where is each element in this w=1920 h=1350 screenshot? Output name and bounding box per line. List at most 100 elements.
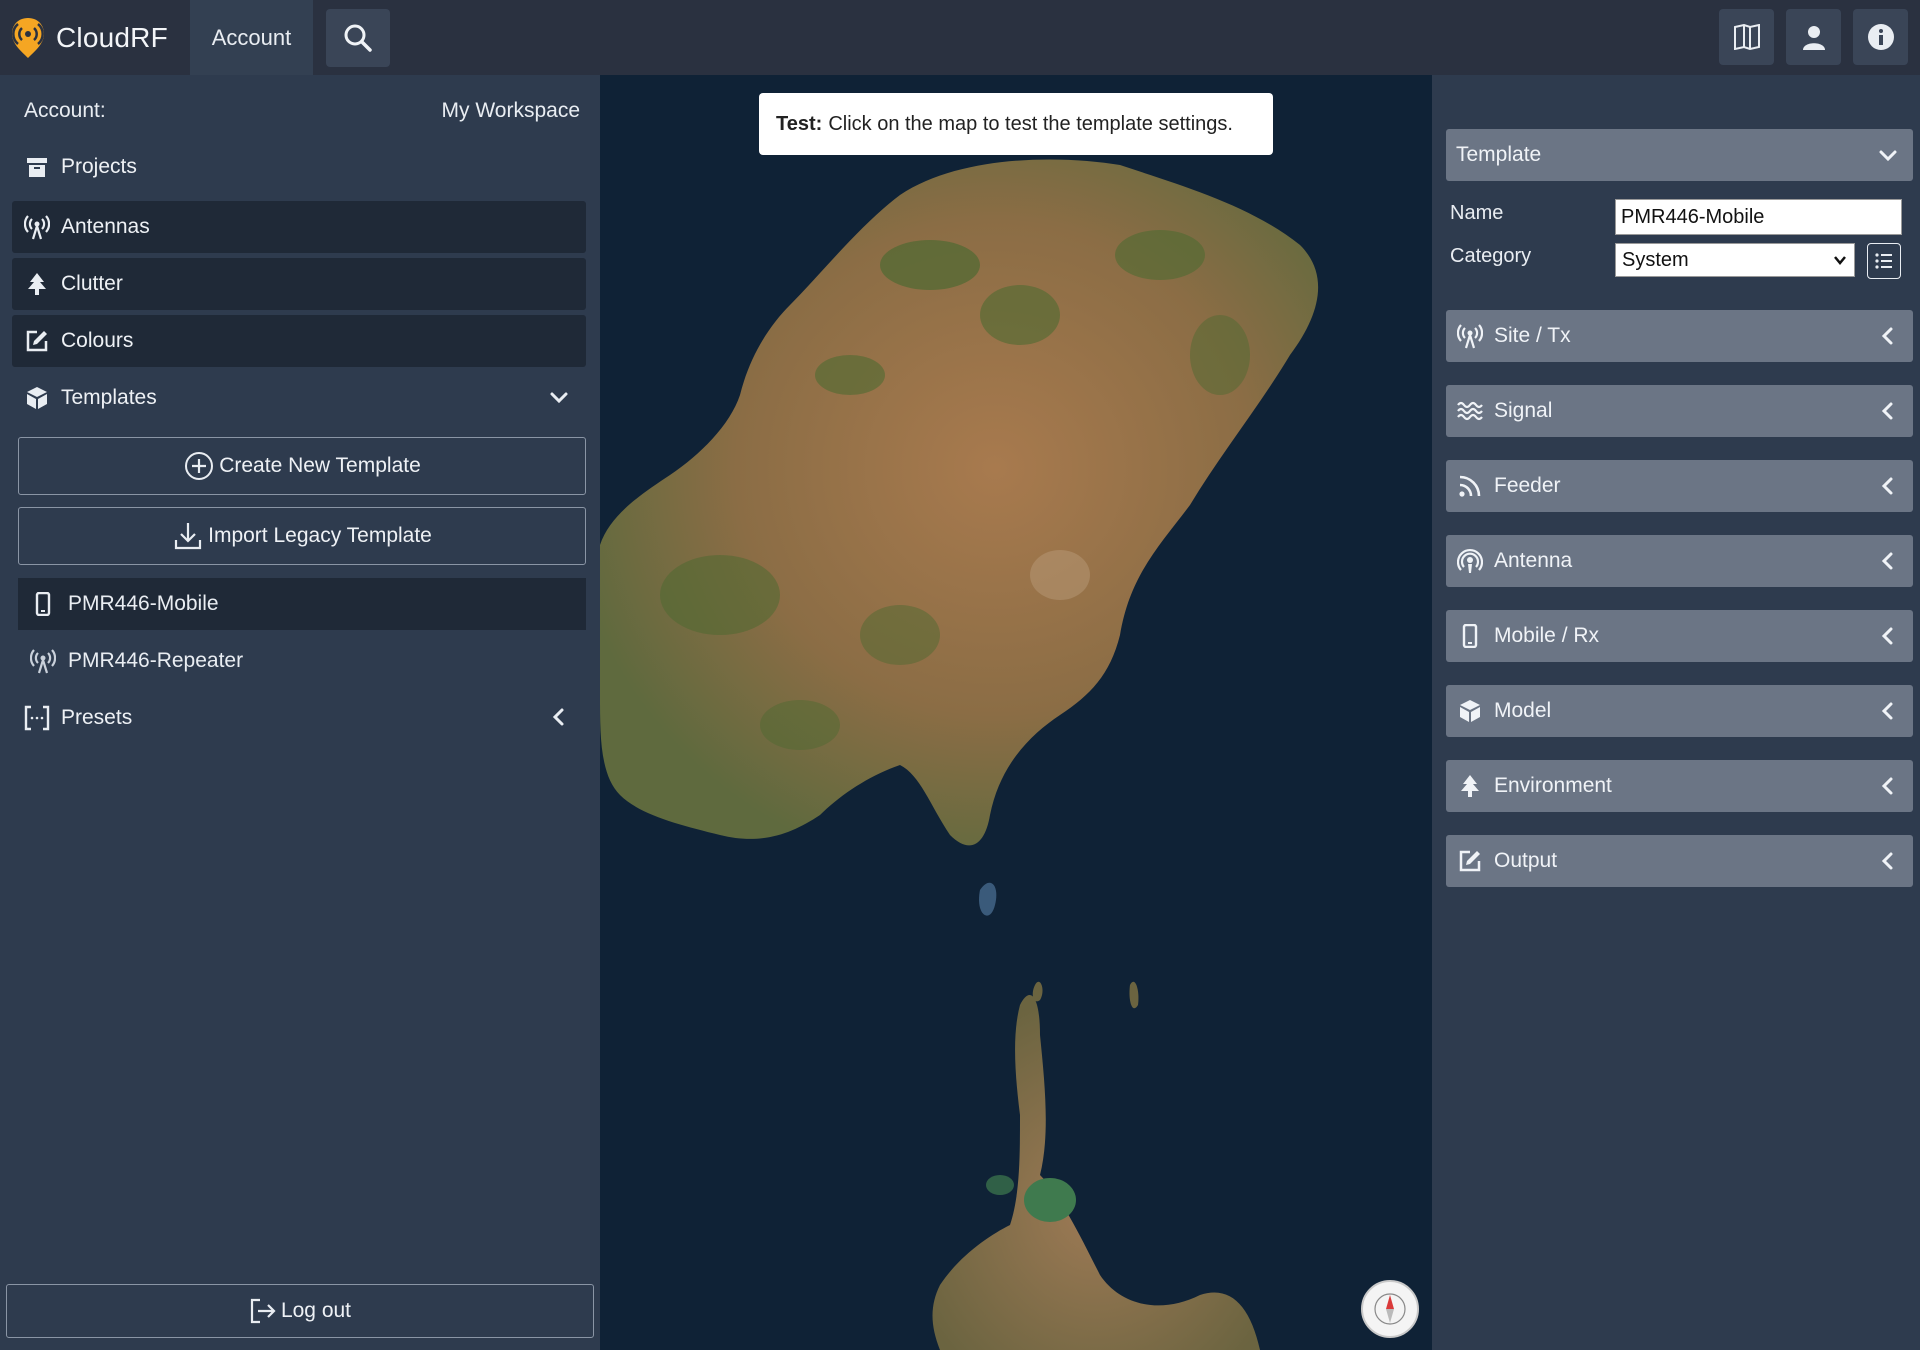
sign-out-icon (250, 1298, 276, 1324)
template-name-input[interactable] (1615, 199, 1902, 235)
plus-circle-icon (183, 450, 215, 482)
section-label: Model (1494, 699, 1552, 722)
sidebar-item-colours[interactable]: Colours (12, 315, 586, 367)
top-navbar: CloudRF Account (0, 0, 1920, 75)
cloudrf-logo-icon (12, 17, 44, 58)
section-label: Site / Tx (1494, 324, 1571, 347)
category-select[interactable]: System (1615, 243, 1855, 277)
section-label: Feeder (1494, 474, 1561, 497)
mobile-icon (30, 591, 56, 617)
section-label: Antenna (1494, 549, 1573, 572)
search-icon (344, 24, 372, 52)
section-label: Output (1494, 849, 1558, 872)
sidebar-item-label: Antennas (61, 215, 150, 238)
template-item-label: PMR446-Mobile (68, 592, 219, 615)
chevron-left-icon (1881, 552, 1893, 570)
tab-account[interactable]: Account (190, 0, 313, 75)
broadcast-tower-icon (30, 648, 56, 674)
section-output[interactable]: Output (1446, 835, 1913, 887)
logout-button[interactable]: Log out (6, 1284, 594, 1338)
sidebar-item-antennas[interactable]: Antennas (12, 201, 586, 253)
import-template-button[interactable]: Import Legacy Template (18, 507, 586, 565)
template-header[interactable]: Template (1446, 129, 1913, 181)
section-environment[interactable]: Environment (1446, 760, 1913, 812)
book-icon (1733, 24, 1760, 50)
logout-label: Log out (280, 1299, 352, 1322)
section-model[interactable]: Model (1446, 685, 1913, 737)
cube-icon (24, 385, 50, 411)
rss-icon (1456, 472, 1484, 500)
section-feeder[interactable]: Feeder (1446, 460, 1913, 512)
section-label: Environment (1494, 774, 1612, 797)
edit-icon (1456, 847, 1484, 875)
create-template-button[interactable]: Create New Template (18, 437, 586, 495)
name-label: Name (1450, 202, 1504, 224)
sidebar-item-templates[interactable]: Templates (12, 372, 586, 424)
test-hint-toast: Test: Click on the map to test the templ… (759, 93, 1273, 155)
right-panel: Template Name Category System Site / Tx … (1432, 75, 1920, 1350)
chevron-down-icon (1834, 256, 1846, 265)
toast-text: Click on the map to test the template se… (828, 112, 1233, 135)
chevron-left-icon (1881, 402, 1893, 420)
chevron-left-icon (1881, 477, 1893, 495)
tree-icon (24, 271, 50, 297)
broadcast-tower-icon (24, 214, 50, 240)
broadcast-tower-icon (1456, 322, 1484, 350)
brand[interactable]: CloudRF (0, 0, 190, 75)
chevron-left-icon (1881, 327, 1893, 345)
user-button[interactable] (1786, 9, 1841, 65)
category-list-button[interactable] (1867, 243, 1901, 279)
chevron-down-icon (550, 392, 568, 404)
compass-button[interactable] (1361, 1280, 1419, 1338)
compass-icon (1374, 1293, 1406, 1325)
template-item-label: PMR446-Repeater (68, 649, 244, 672)
section-label: Mobile / Rx (1494, 624, 1600, 647)
mobile-icon (1456, 622, 1484, 650)
download-icon (172, 520, 204, 552)
sidebar-item-label: Presets (61, 706, 133, 729)
archive-icon (24, 154, 50, 180)
section-site-tx[interactable]: Site / Tx (1446, 310, 1913, 362)
info-button[interactable] (1853, 9, 1908, 65)
sidebar-item-label: Colours (61, 329, 134, 352)
left-sidebar: Account: My Workspace Projects Antennas … (0, 75, 600, 1350)
brackets-icon (24, 705, 50, 731)
import-template-label: Import Legacy Template (208, 524, 432, 547)
workspace-name[interactable]: My Workspace (442, 99, 580, 123)
template-item-pmr446-repeater[interactable]: PMR446-Repeater (18, 635, 586, 687)
category-label: Category (1450, 245, 1532, 267)
tree-icon (1456, 772, 1484, 800)
chevron-down-icon (1879, 150, 1897, 162)
chevron-left-icon (1881, 777, 1893, 795)
sidebar-item-label: Clutter (61, 272, 123, 295)
section-label: Signal (1494, 399, 1553, 422)
chevron-left-icon (1881, 627, 1893, 645)
toast-bold: Test: (776, 112, 823, 135)
create-template-label: Create New Template (219, 454, 421, 477)
cube-icon (1456, 697, 1484, 725)
section-signal[interactable]: Signal (1446, 385, 1913, 437)
edit-icon (24, 328, 50, 354)
chevron-left-icon (1881, 852, 1893, 870)
map-canvas[interactable]: Test: Click on the map to test the templ… (600, 75, 1432, 1350)
search-button[interactable] (326, 8, 390, 67)
sidebar-item-presets[interactable]: Presets (12, 692, 586, 744)
sidebar-item-projects[interactable]: Projects (12, 141, 586, 193)
chevron-left-icon (552, 708, 564, 726)
docs-button[interactable] (1719, 9, 1774, 65)
brand-name: CloudRF (56, 21, 168, 53)
sidebar-item-clutter[interactable]: Clutter (12, 258, 586, 310)
account-label: Account: (24, 99, 106, 122)
category-selected-value: System (1622, 248, 1689, 271)
podcast-icon (1456, 547, 1484, 575)
list-icon (1875, 253, 1892, 269)
template-item-pmr446-mobile[interactable]: PMR446-Mobile (18, 578, 586, 630)
chevron-left-icon (1881, 702, 1893, 720)
info-icon (1867, 24, 1894, 50)
sidebar-item-label: Templates (61, 386, 157, 409)
section-antenna[interactable]: Antenna (1446, 535, 1913, 587)
sidebar-item-label: Projects (61, 155, 137, 178)
account-row: Account: My Workspace (24, 99, 580, 123)
section-mobile-rx[interactable]: Mobile / Rx (1446, 610, 1913, 662)
template-header-label: Template (1456, 143, 1542, 166)
